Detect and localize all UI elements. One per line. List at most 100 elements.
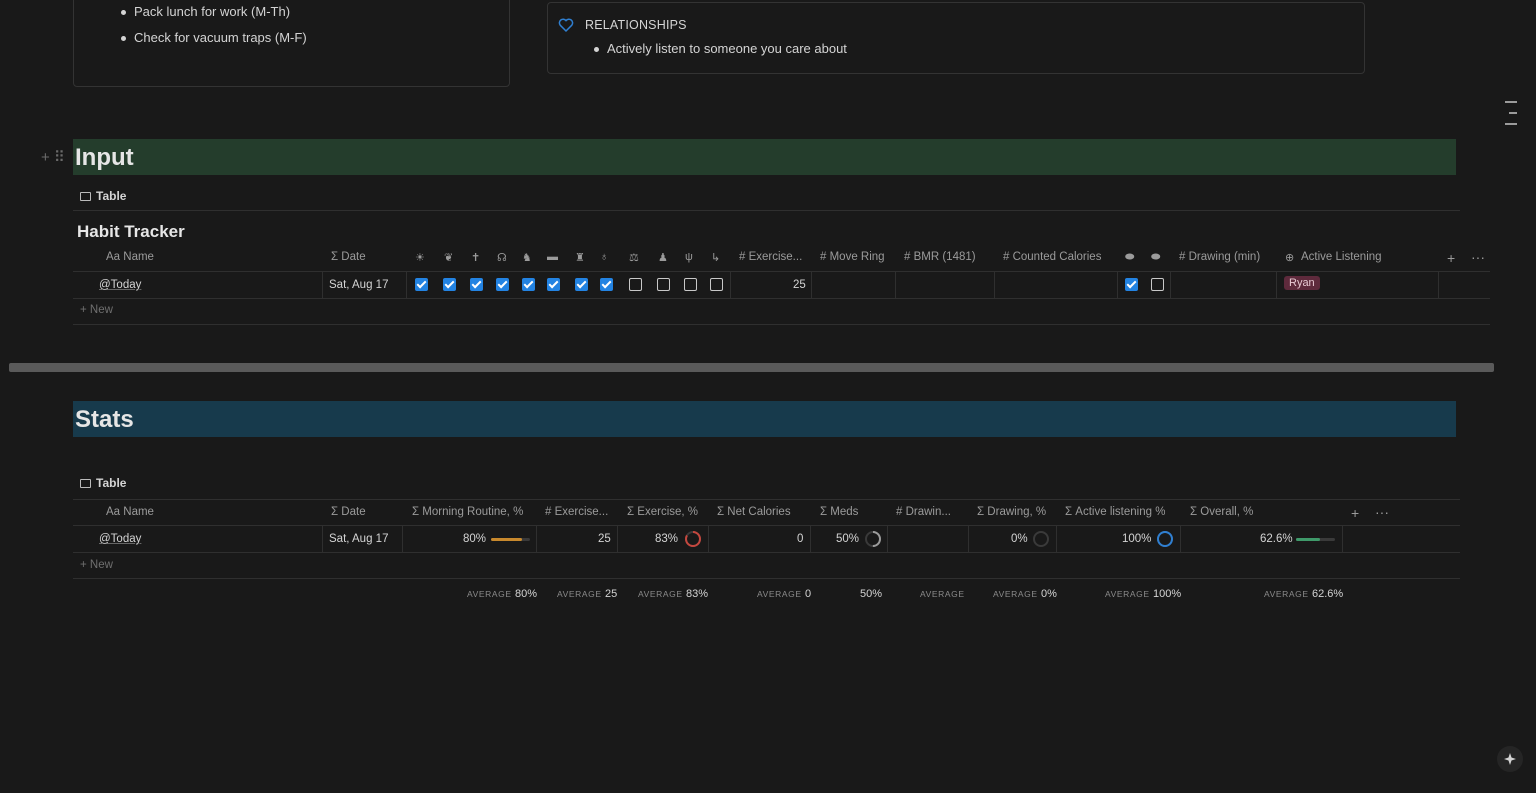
divider [1170,271,1171,298]
drawing-progress-ring [1033,531,1049,547]
divider [887,525,888,552]
drag-handle-icon[interactable]: + ⠿ [41,148,65,166]
average-active-listening[interactable]: AVERAGE 100% [1105,586,1181,600]
habit-checkbox[interactable] [415,278,428,291]
divider [322,525,323,552]
column-header-drawing-pct[interactable]: Σ Drawing, % [977,506,1046,518]
tab-table[interactable]: Table [80,476,126,490]
bed-icon[interactable]: ▬ [547,251,558,263]
pill-checkbox[interactable] [1151,278,1164,291]
column-header-date[interactable]: Σ Date [331,506,366,518]
average-label: AVERAGE [1264,589,1309,599]
habit-checkbox[interactable] [522,278,535,291]
row-name[interactable]: @Today [99,279,141,291]
link-icon[interactable]: ⊕ [1285,251,1294,264]
average-exercise[interactable]: AVERAGE 25 [557,586,617,600]
average-value: 83% [686,588,709,600]
plant-icon[interactable]: ❦ [444,251,453,264]
pill-checkbox[interactable] [1125,278,1138,291]
column-header-meds[interactable]: Σ Meds [820,506,858,518]
column-header-exercise[interactable]: # Exercise... [739,251,807,263]
divider [402,525,403,552]
habit-checkbox[interactable] [657,278,670,291]
average-label: AVERAGE [638,589,683,599]
brain-icon[interactable]: ☊ [497,251,507,264]
habit-checkbox[interactable] [547,278,560,291]
heading-text: Input [75,144,134,171]
divider [536,525,537,552]
row-exercise[interactable]: 25 [793,279,806,291]
column-header-date[interactable]: Σ Date [331,251,366,263]
column-header-active-listening-pct[interactable]: Σ Active listening % [1065,506,1165,518]
average-exercise-pct[interactable]: AVERAGE 83% [638,586,708,600]
habit-checkbox[interactable] [684,278,697,291]
tab-table[interactable]: Table [80,189,126,203]
average-label: AVERAGE [920,589,965,599]
average-overall[interactable]: AVERAGE 62.6% [1264,586,1343,600]
average-meds[interactable]: 50% [860,586,882,600]
new-row-button[interactable]: + New [80,304,113,316]
new-row-label: New [89,304,113,316]
column-header-exercise-pct[interactable]: Σ Exercise, % [627,506,698,518]
divider [708,525,709,552]
column-header-drawing[interactable]: # Drawin... [896,506,962,518]
divider [73,210,1460,211]
average-drawing-pct[interactable]: AVERAGE 0% [993,586,1057,600]
divider [73,578,1460,579]
habit-checkbox[interactable] [443,278,456,291]
average-value: 62.6% [1312,588,1344,600]
column-header-bmr[interactable]: # BMR (1481) [904,251,976,263]
active-listening-tag[interactable]: Ryan [1284,276,1320,290]
divider [1342,525,1343,552]
pill-icon[interactable]: ⬬ [1151,251,1160,264]
divider [1180,525,1181,552]
column-header-drawing[interactable]: # Drawing (min) [1179,251,1260,263]
divider [73,525,1460,526]
table-of-contents-icon[interactable] [1505,101,1517,134]
bottles-icon[interactable]: ♜ [575,251,585,264]
chess-icon[interactable]: ♟ [658,251,668,264]
average-label: AVERAGE [993,589,1038,599]
vacuum-icon[interactable]: ↳ [711,251,720,264]
sun-icon[interactable]: ☀ [415,251,425,264]
habit-checkbox[interactable] [600,278,613,291]
average-net-calories[interactable]: AVERAGE 0 [757,586,811,600]
database-title[interactable]: Habit Tracker [77,222,185,242]
column-header-name[interactable]: Aa Name [106,506,154,518]
add-column-icon[interactable]: + [1351,505,1359,521]
habit-checkbox[interactable] [575,278,588,291]
horizontal-scrollbar[interactable] [9,363,1494,372]
new-row-button[interactable]: + New [80,559,113,571]
list-item: Pack lunch for work (M-Th) [120,4,291,19]
column-header-morning-routine[interactable]: Σ Morning Routine, % [412,506,523,518]
habit-checkbox[interactable] [470,278,483,291]
ai-assistant-button[interactable] [1497,746,1523,772]
add-column-icon[interactable]: + [1447,250,1455,266]
row-name[interactable]: @Today [99,533,141,545]
morning-routine-progress-bar [491,538,530,541]
average-label: AVERAGE [1105,589,1150,599]
habit-checkbox[interactable] [629,278,642,291]
fork-knife-icon[interactable]: ψ [685,251,693,263]
more-icon[interactable]: ··· [1375,504,1389,520]
column-header-active-listening[interactable]: Active Listening [1301,251,1382,263]
column-header-exercise[interactable]: # Exercise... [545,506,613,518]
scale-icon[interactable]: ⚖ [629,251,639,264]
lamp-icon[interactable]: ♁ [600,251,608,263]
column-header-net-calories[interactable]: Σ Net Calories [717,506,791,518]
divider [73,271,1490,272]
habit-checkbox[interactable] [496,278,509,291]
column-header-name[interactable]: Aa Name [106,251,154,263]
average-drawing[interactable]: AVERAGE [920,586,965,600]
average-morning[interactable]: AVERAGE 80% [467,586,537,600]
person-icon[interactable]: ✝ [471,251,480,264]
cat-icon[interactable]: ♞ [522,251,532,264]
pill-icon[interactable]: ⬬ [1125,251,1134,264]
habit-checkbox[interactable] [710,278,723,291]
average-value: 0 [805,588,812,600]
divider [1117,271,1118,298]
more-icon[interactable]: ··· [1471,249,1485,265]
column-header-move-ring[interactable]: # Move Ring [820,251,885,263]
column-header-counted-calories[interactable]: # Counted Calories [1003,251,1101,263]
column-header-overall[interactable]: Σ Overall, % [1190,506,1253,518]
